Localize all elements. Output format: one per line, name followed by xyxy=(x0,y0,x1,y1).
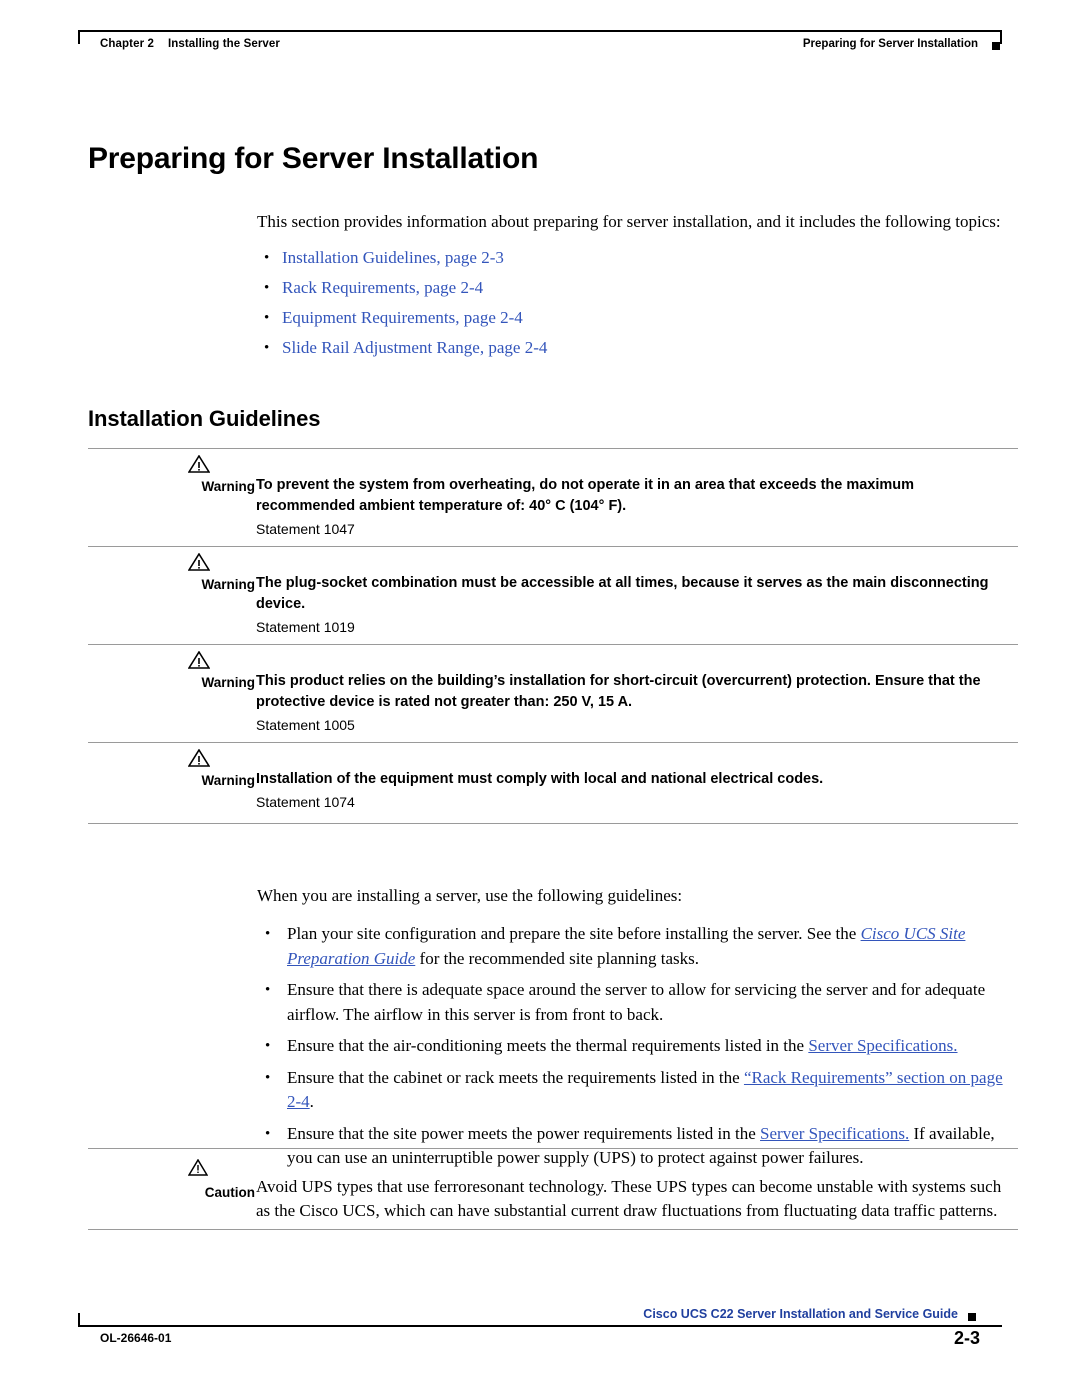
warning-block: Warning To prevent the system from overh… xyxy=(88,448,1018,547)
header-chapter-title: Installing the Server xyxy=(167,38,280,50)
guidelines-lead: When you are installing a server, use th… xyxy=(257,886,683,905)
warning-label: Warning xyxy=(201,577,256,592)
topic-link-equipment-requirements[interactable]: Equipment Requirements, page 2-4 xyxy=(282,308,523,327)
bullet-glyph: • xyxy=(264,310,270,326)
header-marker-square xyxy=(992,42,1000,50)
warning-triangle-icon xyxy=(187,454,211,473)
bullet-glyph: • xyxy=(264,340,270,356)
bullet-text-pre: Ensure that there is adequate space arou… xyxy=(287,980,986,1024)
warning-block: Warning This product relies on the build… xyxy=(88,645,1018,743)
bullet-glyph: • xyxy=(265,926,271,942)
list-item[interactable]: • Rack Requirements, page 2-4 xyxy=(264,273,1004,303)
warning-statement: Statement 1074 xyxy=(256,794,355,810)
bullet-glyph: • xyxy=(264,250,270,266)
footer-marker-square xyxy=(968,1313,976,1321)
list-item: • Ensure that the cabinet or rack meets t… xyxy=(257,1066,1019,1115)
warning-body: To prevent the system from overheating, … xyxy=(256,449,1016,540)
caution-region: Caution Avoid UPS types that use ferrore… xyxy=(88,1148,1018,1230)
header-chapter-label: Chapter 2 xyxy=(100,38,154,50)
bullet-text-pre: Ensure that the site power meets the pow… xyxy=(287,1123,761,1143)
topic-link-rack-requirements[interactable]: Rack Requirements, page 2-4 xyxy=(282,278,483,297)
list-item: • Ensure that there is adequate space aro… xyxy=(257,978,1019,1027)
bullet-glyph: • xyxy=(265,1125,271,1142)
topic-link-installation-guidelines[interactable]: Installation Guidelines, page 2-3 xyxy=(282,248,504,267)
warning-label: Warning xyxy=(201,773,256,788)
guidelines-list: • Plan your site configuration and prepar… xyxy=(257,922,1019,1171)
guidelines-body: When you are installing a server, use th… xyxy=(257,884,1019,1178)
topic-link-slide-rail-adjustment-range[interactable]: Slide Rail Adjustment Range, page 2-4 xyxy=(282,338,547,357)
footer-divider xyxy=(78,1325,1002,1327)
bullet-text-pre: Plan your site configuration and prepare… xyxy=(287,924,861,943)
caution-label: Caution xyxy=(204,1185,255,1200)
caution-block: Caution Avoid UPS types that use ferrore… xyxy=(88,1148,1018,1230)
bullet-text-pre: Ensure that the air-conditioning meets t… xyxy=(287,1036,809,1055)
warning-block: Warning The plug-socket combination must… xyxy=(88,547,1018,645)
warning-triangle-icon xyxy=(187,552,211,571)
bullet-text-pre: Ensure that the cabinet or rack meets th… xyxy=(287,1067,744,1087)
warning-label: Warning xyxy=(201,675,256,690)
warning-body: Installation of the equipment must compl… xyxy=(256,743,1016,813)
warning-block: Warning Installation of the equipment mu… xyxy=(88,743,1018,824)
list-item[interactable]: • Slide Rail Adjustment Range, page 2-4 xyxy=(264,333,1004,363)
bullet-glyph: • xyxy=(264,280,270,296)
warning-body: This product relies on the building’s in… xyxy=(256,645,1016,736)
warning-label: Warning xyxy=(201,479,256,494)
header-running-head: Preparing for Server Installation xyxy=(802,38,978,50)
warning-body: The plug-socket combination must be acce… xyxy=(256,547,1016,638)
warning-statement: Statement 1005 xyxy=(256,717,355,733)
notices-region: Warning To prevent the system from overh… xyxy=(88,448,1018,824)
warning-text: The plug-socket combination must be acce… xyxy=(256,575,989,612)
page-title: Preparing for Server Installation xyxy=(88,142,539,176)
bullet-glyph: • xyxy=(265,1038,271,1054)
warning-text: Installation of the equipment must compl… xyxy=(256,771,824,787)
footer-tick-left xyxy=(78,1313,80,1327)
warning-triangle-icon xyxy=(187,650,211,669)
list-item: • Ensure that the air-conditioning meets … xyxy=(257,1034,1019,1059)
header-tick-right xyxy=(1000,30,1002,44)
header-divider xyxy=(78,30,1002,32)
warning-statement: Statement 1019 xyxy=(256,619,355,635)
intro-paragraph: This section provides information about … xyxy=(257,212,1001,231)
warning-text: This product relies on the building’s in… xyxy=(256,673,981,710)
warning-triangle-icon xyxy=(187,748,211,767)
list-item: • Plan your site configuration and prepar… xyxy=(257,922,1019,971)
header-chapter: Chapter 2 Installing the Server xyxy=(100,38,280,50)
caution-triangle-icon xyxy=(187,1158,210,1177)
caution-text: Avoid UPS types that use ferroresonant t… xyxy=(256,1177,1002,1220)
link-server-specifications-power[interactable]: Server Specifications. xyxy=(760,1124,909,1143)
list-item[interactable]: • Installation Guidelines, page 2-3 xyxy=(264,243,1004,273)
footer-guide-title: Cisco UCS C22 Server Installation and Se… xyxy=(643,1307,958,1321)
page-header: Chapter 2 Installing the Server Preparing… xyxy=(78,30,1002,64)
page-footer: OL-26646-01 Cisco UCS C22 Server Install… xyxy=(78,1305,1002,1348)
link-server-specifications[interactable]: Server Specifications. xyxy=(808,1036,957,1055)
section-title-installation-guidelines: Installation Guidelines xyxy=(88,406,321,432)
warning-text: To prevent the system from overheating, … xyxy=(256,477,915,514)
bullet-glyph: • xyxy=(265,1069,271,1086)
topics-list: • Installation Guidelines, page 2-3 • Ra… xyxy=(264,243,1004,363)
bullet-glyph: • xyxy=(265,982,271,998)
footer-page-number: 2-3 xyxy=(953,1328,980,1348)
list-item[interactable]: • Equipment Requirements, page 2-4 xyxy=(264,303,1004,333)
warning-statement: Statement 1047 xyxy=(256,521,355,537)
header-tick-left xyxy=(78,30,80,44)
bullet-text-post: . xyxy=(309,1092,314,1111)
footer-document-id: OL-26646-01 xyxy=(100,1331,172,1345)
bullet-text-post: for the recommended site planning tasks. xyxy=(415,948,700,968)
